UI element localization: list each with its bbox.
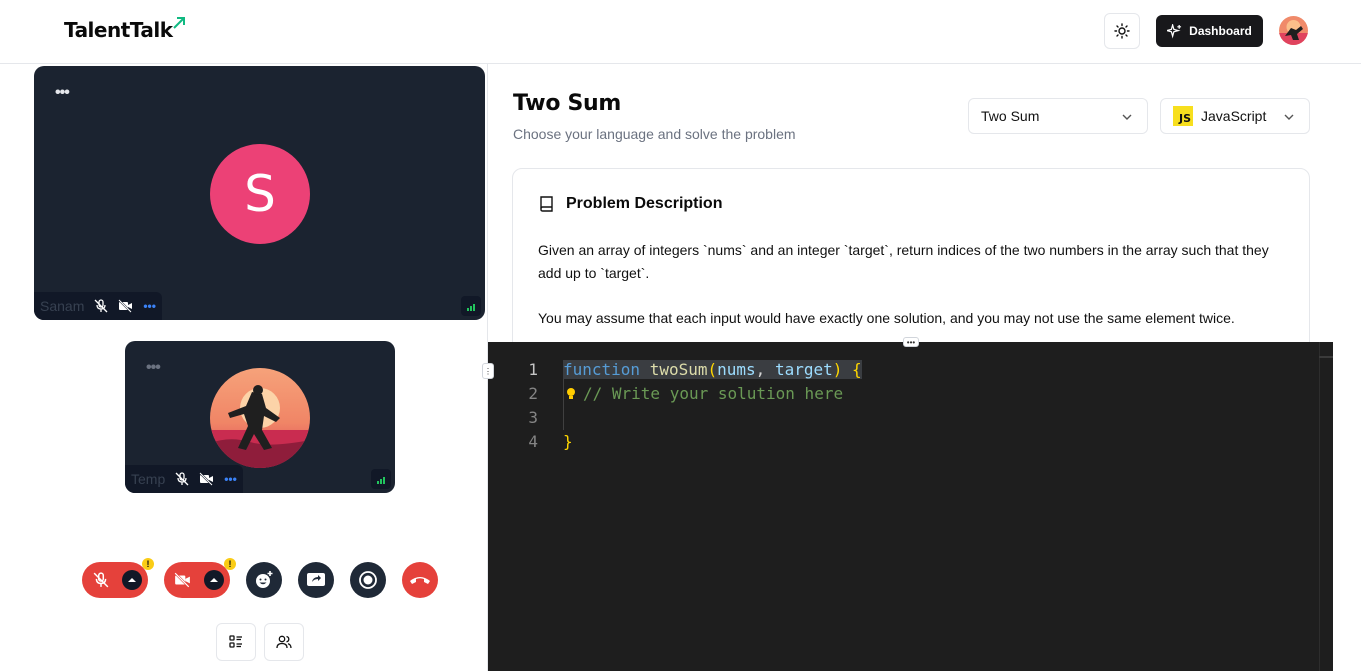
- code-editor[interactable]: 1 2 3 4 function twoSum(nums, target) { …: [488, 342, 1333, 671]
- end-call-button[interactable]: [402, 562, 438, 598]
- connection-signal-icon: [461, 296, 481, 316]
- user-avatar-image: [1279, 16, 1308, 45]
- screen-share-button[interactable]: [298, 562, 334, 598]
- video-tile-participant-2[interactable]: ••• Temp •••: [125, 341, 395, 493]
- camera-options-button[interactable]: [204, 570, 224, 590]
- code-token-keyword: function: [563, 360, 641, 379]
- line-number: 1: [528, 360, 538, 379]
- problem-paragraph: You may assume that each input would hav…: [538, 310, 1235, 326]
- video-off-icon: [199, 472, 214, 486]
- tile-menu-button[interactable]: •••: [146, 359, 161, 377]
- participant-options-icon[interactable]: •••: [224, 472, 237, 486]
- line-number: 4: [528, 432, 538, 451]
- record-button[interactable]: [350, 562, 386, 598]
- horizontal-resize-handle[interactable]: •••: [903, 337, 919, 347]
- problem-description-heading: Problem Description: [538, 195, 722, 213]
- emoji-plus-icon: [256, 571, 273, 588]
- javascript-icon: JS: [1173, 106, 1193, 126]
- code-token-brace: }: [563, 432, 573, 451]
- record-icon: [359, 571, 377, 589]
- scrollbar-thumb[interactable]: [1319, 356, 1333, 358]
- video-tile-participant-1[interactable]: ••• S Sanam •••: [34, 66, 485, 320]
- screen-share-icon: [307, 573, 325, 586]
- video-panel: ••• S Sanam ••• ••• Temp ••• ! !: [0, 64, 488, 671]
- camera-warning-badge: !: [224, 558, 236, 570]
- code-line[interactable]: function twoSum(nums, target) {: [563, 360, 862, 379]
- editor-scrollbar[interactable]: [1319, 342, 1333, 671]
- top-header: TalentTalk Dashboard: [0, 0, 1361, 64]
- dashboard-button[interactable]: Dashboard: [1156, 15, 1263, 47]
- code-token-brace: {: [852, 360, 862, 379]
- problem-description-title: Problem Description: [566, 195, 723, 212]
- code-token-param: target: [774, 360, 833, 379]
- chevron-down-icon: [1284, 114, 1294, 120]
- book-icon: [540, 196, 553, 212]
- participant-name-bar: Temp •••: [125, 465, 243, 493]
- problem-title: Two Sum: [513, 91, 622, 116]
- video-off-icon: [174, 572, 190, 588]
- code-line[interactable]: }: [563, 432, 573, 451]
- code-token-paren: ): [832, 360, 843, 379]
- line-number: 3: [528, 408, 538, 427]
- code-token-param: nums: [717, 360, 756, 379]
- video-off-icon: [118, 299, 133, 313]
- code-line[interactable]: // Write your solution here: [583, 384, 843, 403]
- participant-options-icon[interactable]: •••: [143, 299, 156, 313]
- mic-off-icon: [94, 299, 108, 313]
- problem-panel: Two Sum Choose your language and solve t…: [482, 64, 1361, 671]
- mic-off-icon: [93, 572, 109, 588]
- layout-list-button[interactable]: [216, 623, 256, 661]
- user-avatar[interactable]: [1279, 16, 1308, 45]
- participants-button[interactable]: [264, 623, 304, 661]
- chevron-down-icon: [1122, 114, 1132, 120]
- reactions-button[interactable]: [246, 562, 282, 598]
- problem-select[interactable]: Two Sum: [968, 98, 1148, 134]
- phone-hangup-icon: [410, 577, 430, 584]
- problem-paragraph: Given an array of integers `nums` and an…: [538, 242, 1269, 281]
- sparkles-icon: [1167, 23, 1182, 38]
- logo-arrow-icon: [173, 17, 185, 29]
- sun-icon: [1114, 23, 1130, 39]
- code-token-comment: // Write your solution here: [583, 384, 844, 403]
- lightbulb-icon[interactable]: [566, 386, 576, 405]
- connection-signal-icon: [371, 469, 391, 489]
- participant-name: Sanam: [40, 298, 85, 314]
- caret-up-icon: [128, 578, 136, 582]
- code-token-comma: ,: [755, 360, 775, 379]
- language-select[interactable]: JS JavaScript: [1160, 98, 1310, 134]
- mic-toggle-button[interactable]: !: [82, 558, 154, 598]
- users-icon: [276, 635, 292, 649]
- problem-subtitle: Choose your language and solve the probl…: [513, 126, 796, 142]
- list-layout-icon: [229, 635, 242, 648]
- vertical-resize-handle[interactable]: ⋮: [482, 363, 494, 379]
- code-token-paren: (: [707, 360, 718, 379]
- participant-name: Temp: [131, 471, 166, 487]
- participant-avatar: S: [210, 144, 310, 244]
- tile-menu-button[interactable]: •••: [55, 84, 70, 102]
- dashboard-label: Dashboard: [1189, 24, 1252, 38]
- caret-up-icon: [210, 578, 218, 582]
- participant-name-bar: Sanam •••: [34, 292, 162, 320]
- line-number: 2: [528, 384, 538, 403]
- theme-toggle-button[interactable]: [1104, 13, 1140, 49]
- code-token-function: twoSum: [649, 360, 708, 379]
- mic-warning-badge: !: [142, 558, 154, 570]
- camera-toggle-button[interactable]: !: [164, 558, 236, 598]
- participant-avatar-image: [210, 368, 310, 468]
- mic-off-icon: [175, 472, 189, 486]
- problem-select-value: Two Sum: [981, 108, 1040, 124]
- language-select-value: JavaScript: [1201, 108, 1267, 124]
- mic-options-button[interactable]: [122, 570, 142, 590]
- logo[interactable]: TalentTalk: [64, 18, 173, 42]
